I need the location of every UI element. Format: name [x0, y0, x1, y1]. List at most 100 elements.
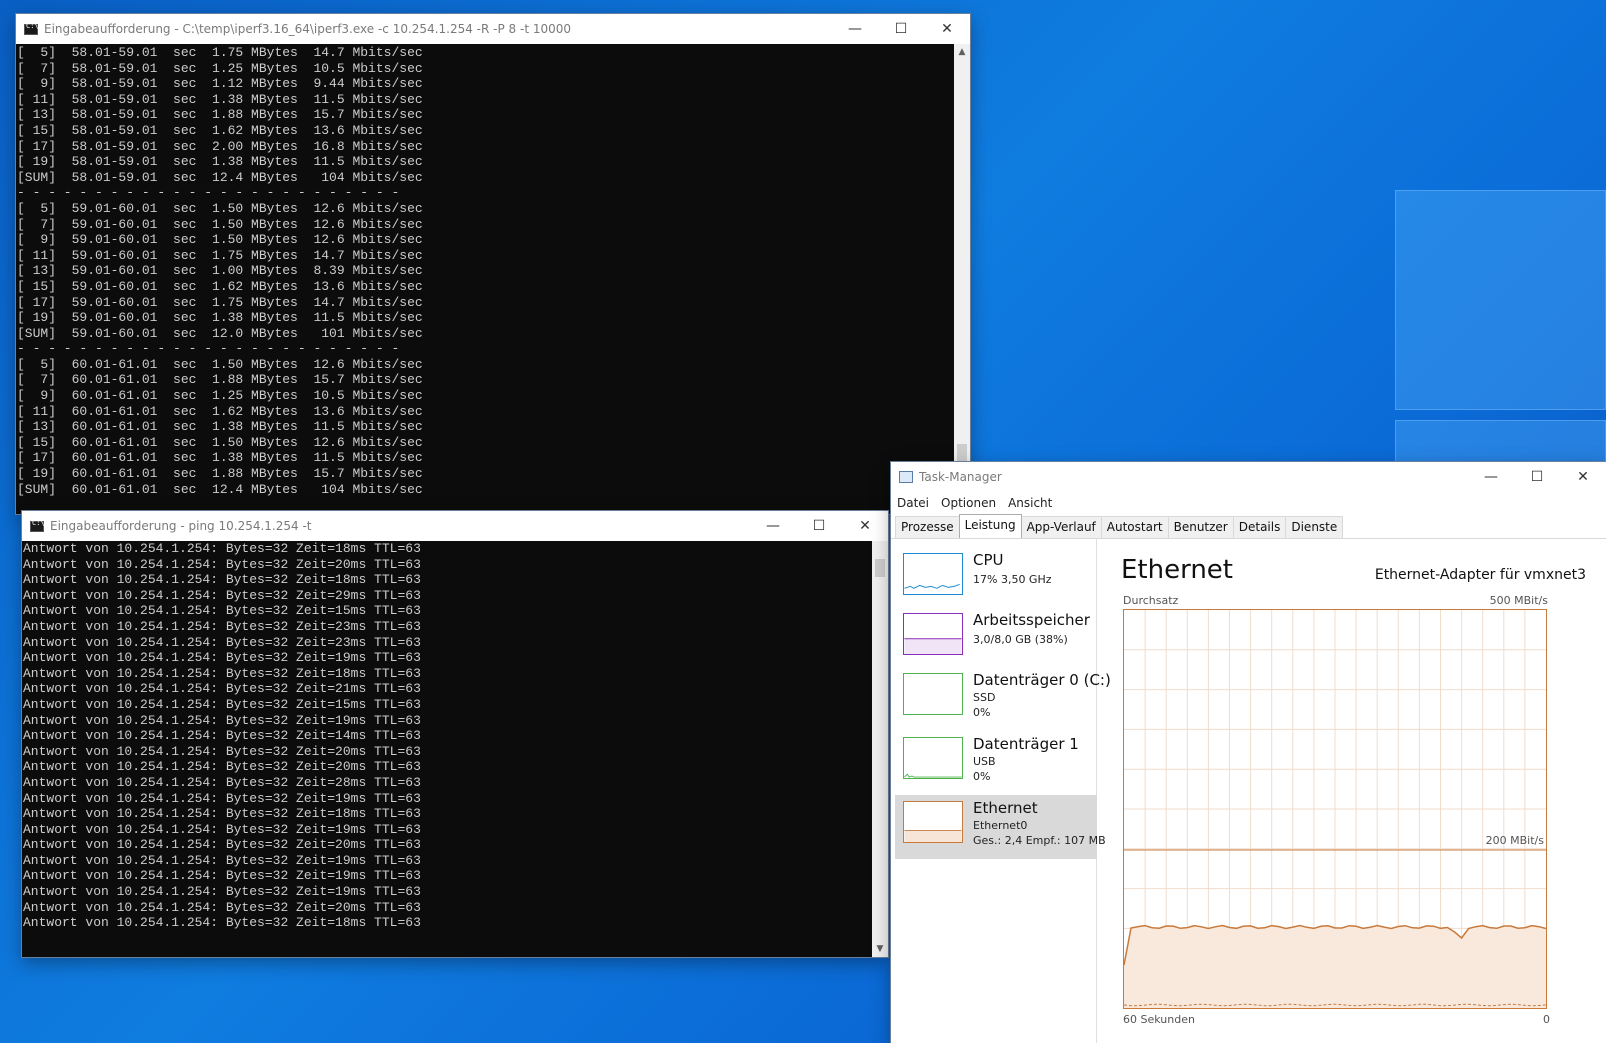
console-line: [ 5] 58.01-59.01 sec 1.75 MBytes 14.7 Mb… [17, 45, 423, 60]
disk0-sparkline [903, 673, 963, 715]
iperf-console-window[interactable]: Eingabeaufforderung - C:\temp\iperf3.16_… [16, 14, 970, 514]
console-line: Antwort von 10.254.1.254: Bytes=32 Zeit=… [23, 603, 421, 619]
sidebar-item-disk1[interactable]: Datenträger 1 USB 0% [895, 731, 1097, 793]
sidebar-item-detail: 3,0/8,0 GB (38%) [973, 633, 1068, 646]
console-line: Antwort von 10.254.1.254: Bytes=32 Zeit=… [23, 556, 421, 572]
sidebar-item-disk0[interactable]: Datenträger 0 (C:) SSD 0% [895, 667, 1111, 729]
tab-prozesse[interactable]: Prozesse [895, 516, 960, 538]
console-line: Antwort von 10.254.1.254: Bytes=32 Zeit=… [23, 587, 421, 603]
console-line: Antwort von 10.254.1.254: Bytes=32 Zeit=… [23, 837, 421, 853]
task-manager-titlebar[interactable]: Task-Manager — ☐ ✕ [891, 462, 1606, 492]
ping-titlebar[interactable]: Eingabeaufforderung - ping 10.254.1.254 … [22, 511, 888, 541]
console-line: Antwort von 10.254.1.254: Bytes=32 Zeit=… [23, 696, 421, 712]
sidebar-item-cpu[interactable]: CPU 17% 3,50 GHz [895, 547, 1097, 609]
console-line: [ 17] 60.01-61.01 sec 1.38 MBytes 11.5 M… [17, 450, 423, 466]
scroll-down-arrow[interactable]: ▼ [872, 944, 888, 954]
iperf-scrollbar[interactable]: ▲ [954, 44, 970, 514]
maximize-button[interactable]: ☐ [796, 511, 842, 541]
sidebar-item-detail: Ethernet0 [973, 819, 1028, 832]
console-line: Antwort von 10.254.1.254: Bytes=32 Zeit=… [23, 806, 421, 822]
close-button[interactable]: ✕ [842, 511, 888, 541]
task-manager-icon [899, 471, 913, 483]
console-line: Antwort von 10.254.1.254: Bytes=32 Zeit=… [23, 884, 421, 900]
sidebar-item-label: Datenträger 1 [973, 735, 1079, 753]
throughput-label: Durchsatz [1123, 594, 1179, 607]
menu-datei[interactable]: Datei [891, 492, 935, 514]
tab-leistung[interactable]: Leistung [958, 514, 1022, 538]
close-button[interactable]: ✕ [924, 14, 970, 44]
console-line: Antwort von 10.254.1.254: Bytes=32 Zeit=… [23, 774, 421, 790]
sidebar-item-memory[interactable]: Arbeitsspeicher 3,0/8,0 GB (38%) [895, 607, 1097, 669]
resource-sidebar: CPU 17% 3,50 GHz Arbeitsspeicher 3,0/8,0… [891, 539, 1111, 1043]
memory-sparkline [903, 613, 963, 655]
console-line: [ 11] 59.01-60.01 sec 1.75 MBytes 14.7 M… [17, 247, 423, 263]
console-line: [SUM] 60.01-61.01 sec 12.4 MBytes 104 Mb… [17, 481, 423, 497]
scroll-up-arrow[interactable]: ▲ [954, 47, 970, 57]
console-line: [ 11] 60.01-61.01 sec 1.62 MBytes 13.6 M… [17, 403, 423, 419]
iperf-titlebar[interactable]: Eingabeaufforderung - C:\temp\iperf3.16_… [16, 14, 970, 44]
console-line: Antwort von 10.254.1.254: Bytes=32 Zeit=… [23, 852, 421, 868]
ping-scrollbar[interactable]: ▼ [872, 541, 888, 957]
console-line: Antwort von 10.254.1.254: Bytes=32 Zeit=… [23, 899, 421, 915]
console-line: Antwort von 10.254.1.254: Bytes=32 Zeit=… [23, 728, 421, 744]
maximize-button[interactable]: ☐ [878, 14, 924, 44]
console-line: [ 15] 58.01-59.01 sec 1.62 MBytes 13.6 M… [17, 122, 423, 138]
console-line: - - - - - - - - - - - - - - - - - - - - … [17, 341, 400, 357]
minimize-button[interactable]: — [832, 14, 878, 44]
tab-benutzer[interactable]: Benutzer [1167, 516, 1234, 538]
ethernet-sparkline [903, 801, 963, 843]
console-line: [ 13] 60.01-61.01 sec 1.38 MBytes 11.5 M… [17, 419, 423, 435]
console-line: Antwort von 10.254.1.254: Bytes=32 Zeit=… [23, 665, 421, 681]
close-button[interactable]: ✕ [1560, 462, 1606, 492]
console-line: Antwort von 10.254.1.254: Bytes=32 Zeit=… [23, 743, 421, 759]
sidebar-item-detail: 0% [973, 770, 991, 783]
tab-app-verlauf[interactable]: App-Verlauf [1020, 516, 1102, 538]
console-line: [ 11] 58.01-59.01 sec 1.38 MBytes 11.5 M… [17, 91, 423, 107]
console-line: Antwort von 10.254.1.254: Bytes=32 Zeit=… [23, 650, 421, 666]
minimize-button[interactable]: — [750, 511, 796, 541]
sidebar-item-label: CPU [973, 551, 1004, 569]
sidebar-item-label: Datenträger 0 (C:) [973, 671, 1111, 689]
sidebar-item-ethernet[interactable]: Ethernet Ethernet0 Ges.: 2,4 Empf.: 107 … [895, 795, 1106, 859]
console-line: [ 9] 60.01-61.01 sec 1.25 MBytes 10.5 Mb… [17, 388, 423, 404]
minimize-button[interactable]: — [1468, 462, 1514, 492]
sidebar-item-detail: SSD [973, 691, 996, 704]
console-line: Antwort von 10.254.1.254: Bytes=32 Zeit=… [23, 868, 421, 884]
console-line: Antwort von 10.254.1.254: Bytes=32 Zeit=… [23, 821, 421, 837]
disk1-sparkline [903, 737, 963, 779]
console-line: Antwort von 10.254.1.254: Bytes=32 Zeit=… [23, 915, 421, 931]
maximize-button[interactable]: ☐ [1514, 462, 1560, 492]
menu-ansicht[interactable]: Ansicht [1002, 492, 1058, 514]
throughput-graph: 200 MBit/s [1123, 609, 1547, 1009]
console-line: [ 17] 58.01-59.01 sec 2.00 MBytes 16.8 M… [17, 138, 423, 154]
adapter-name: Ethernet-Adapter für vmxnet3 [1374, 567, 1586, 583]
panel-title: Ethernet [1121, 555, 1233, 585]
console-line: Antwort von 10.254.1.254: Bytes=32 Zeit=… [23, 681, 421, 697]
console-line: [ 7] 58.01-59.01 sec 1.25 MBytes 10.5 Mb… [17, 60, 423, 76]
console-line: Antwort von 10.254.1.254: Bytes=32 Zeit=… [23, 759, 421, 775]
sidebar-item-detail: Ges.: 2,4 Empf.: 107 MB [973, 834, 1106, 847]
tab-dienste[interactable]: Dienste [1285, 516, 1344, 538]
console-line: [ 5] 60.01-61.01 sec 1.50 MBytes 12.6 Mb… [17, 356, 423, 372]
console-line: Antwort von 10.254.1.254: Bytes=32 Zeit=… [23, 572, 421, 588]
console-line: [ 9] 59.01-60.01 sec 1.50 MBytes 12.6 Mb… [17, 232, 423, 248]
console-line: [SUM] 59.01-60.01 sec 12.0 MBytes 101 Mb… [17, 325, 423, 341]
task-manager-window[interactable]: Task-Manager — ☐ ✕ Datei Optionen Ansich… [891, 462, 1606, 1043]
menu-optionen[interactable]: Optionen [935, 492, 1002, 514]
tab-autostart[interactable]: Autostart [1100, 516, 1169, 538]
sidebar-item-detail: USB [973, 755, 996, 768]
time-axis-label: 60 Sekunden [1123, 1013, 1195, 1026]
cmd-icon [30, 519, 45, 532]
console-line: [SUM] 58.01-59.01 sec 12.4 MBytes 104 Mb… [17, 169, 423, 185]
ping-output[interactable]: Antwort von 10.254.1.254: Bytes=32 Zeit=… [22, 541, 872, 957]
ping-console-window[interactable]: Eingabeaufforderung - ping 10.254.1.254 … [22, 511, 888, 957]
console-line: Antwort von 10.254.1.254: Bytes=32 Zeit=… [23, 634, 421, 650]
console-line: [ 9] 58.01-59.01 sec 1.12 MBytes 9.44 Mb… [17, 76, 423, 92]
console-line: [ 5] 59.01-60.01 sec 1.50 MBytes 12.6 Mb… [17, 200, 423, 216]
console-line: - - - - - - - - - - - - - - - - - - - - … [17, 185, 400, 201]
tab-details[interactable]: Details [1232, 516, 1287, 538]
iperf-window-title: Eingabeaufforderung - C:\temp\iperf3.16_… [44, 22, 572, 36]
tab-bar: Prozesse Leistung App-Verlauf Autostart … [895, 514, 1344, 538]
iperf-output[interactable]: [ 5] 58.01-59.01 sec 1.75 MBytes 14.7 Mb… [16, 44, 954, 514]
scroll-thumb[interactable] [875, 559, 885, 577]
